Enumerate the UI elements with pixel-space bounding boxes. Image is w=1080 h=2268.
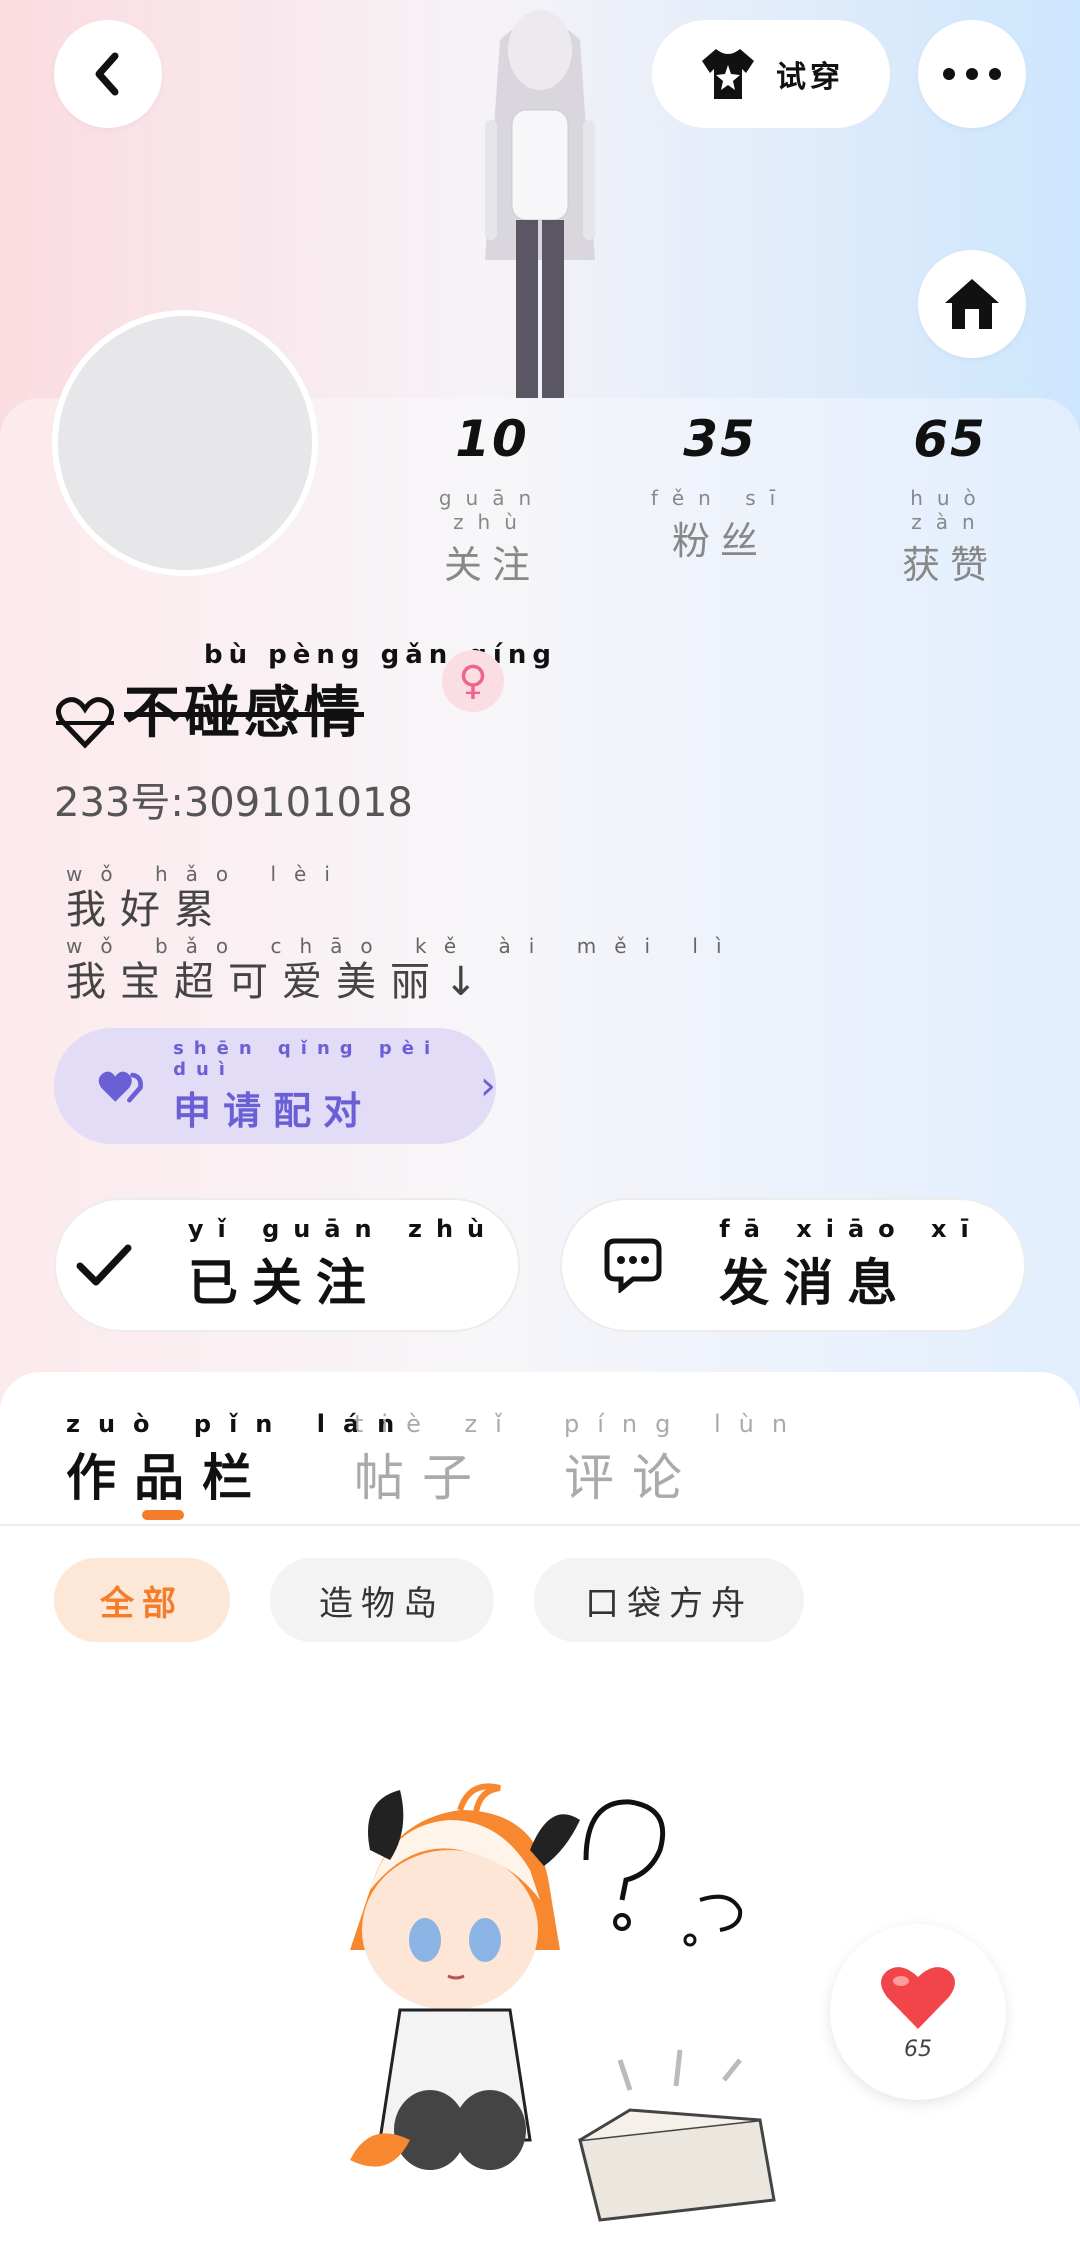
back-button[interactable] xyxy=(54,20,162,128)
empty-state-illustration xyxy=(350,1783,776,2222)
shirt-icon xyxy=(702,49,754,99)
bio[interactable]: wǒ hǎo lèi 我好累 wǒ bǎo chāo kě ài měi lì … xyxy=(66,862,740,1006)
following-pinyin: guān zhù xyxy=(438,486,546,534)
home-icon xyxy=(945,279,999,329)
fans-pinyin: fěn sī xyxy=(650,486,790,510)
like-button[interactable]: 65 xyxy=(830,1924,1006,2100)
chip-all-label: 全部 xyxy=(100,1583,184,1624)
heart-icon xyxy=(881,1966,955,2029)
user-id[interactable]: 233号:309101018 xyxy=(54,770,413,828)
likes-count: 65 xyxy=(913,410,987,468)
stat-following[interactable]: 10 guān zhù 关注 xyxy=(412,410,572,589)
try-on-label: 试穿 xyxy=(776,60,844,95)
username-pinyin: bù pèng gǎn qíng xyxy=(204,640,557,670)
chip-all[interactable]: 全部 xyxy=(54,1558,230,1642)
chat-bubble-icon xyxy=(604,1238,662,1293)
bio-line2-pinyin: wǒ bǎo chāo kě ài měi lì xyxy=(66,934,740,958)
username: 不碰感情 xyxy=(124,681,364,746)
more-icon xyxy=(943,68,1001,80)
tab-comments[interactable]: píng lùn 评论 xyxy=(564,1410,805,1510)
stat-fans[interactable]: 35 fěn sī 粉丝 xyxy=(640,410,800,565)
fans-count: 35 xyxy=(683,410,757,468)
stat-likes[interactable]: 65 huò zàn 获赞 xyxy=(870,410,1030,589)
try-on-button[interactable]: 试穿 xyxy=(652,20,890,128)
female-gender-icon: ♀ xyxy=(442,650,504,712)
back-icon xyxy=(95,52,119,96)
username-row: 不碰感情 xyxy=(56,668,364,749)
pair-label: 申请配对 xyxy=(173,1088,374,1133)
bio-line1: 我好累 xyxy=(66,887,228,933)
tab-comments-label: 评论 xyxy=(564,1449,700,1507)
chip-pocket-ark[interactable]: 口袋方舟 xyxy=(534,1558,804,1642)
apply-pair-button[interactable]: shēn qǐng pèi duì 申请配对 › xyxy=(54,1028,496,1144)
followed-label: 已关注 xyxy=(187,1254,380,1312)
tab-posts-label: 帖子 xyxy=(354,1449,490,1507)
avatar[interactable] xyxy=(52,310,318,576)
following-count: 10 xyxy=(455,410,529,468)
followed-pinyin: yǐ guān zhù xyxy=(187,1215,499,1243)
active-tab-indicator xyxy=(142,1510,184,1520)
send-message-button[interactable]: fā xiāo xī 发消息 xyxy=(560,1198,1026,1332)
followed-button[interactable]: yǐ guān zhù 已关注 xyxy=(54,1198,520,1332)
pair-pinyin: shēn qǐng pèi duì xyxy=(173,1037,441,1080)
likes-label: 获赞 xyxy=(901,543,998,587)
tab-divider xyxy=(0,1524,1080,1526)
chip-pocket-ark-label: 口袋方舟 xyxy=(585,1583,753,1624)
tab-posts[interactable]: tiè zǐ 帖子 xyxy=(354,1410,520,1510)
3d-avatar-character[interactable] xyxy=(430,0,650,400)
home-button[interactable] xyxy=(918,250,1026,358)
following-label: 关注 xyxy=(443,543,540,587)
like-count: 65 xyxy=(904,2036,932,2062)
likes-pinyin: huò zàn xyxy=(910,486,990,534)
chevron-right-icon: › xyxy=(480,1063,496,1109)
checkmark-icon xyxy=(76,1244,132,1286)
chip-creation-island[interactable]: 造物岛 xyxy=(270,1558,494,1642)
fans-label: 粉丝 xyxy=(671,519,768,563)
more-button[interactable] xyxy=(918,20,1026,128)
bio-line2: 我宝超可爱美丽↓ xyxy=(66,959,492,1005)
message-pinyin: fā xiāo xī xyxy=(719,1215,983,1243)
bio-line1-pinyin: wǒ hǎo lèi xyxy=(66,862,348,886)
tab-posts-pinyin: tiè zǐ xyxy=(354,1410,520,1438)
heart-outline-icon xyxy=(56,697,114,749)
message-label: 发消息 xyxy=(719,1254,912,1312)
tab-comments-pinyin: píng lùn xyxy=(564,1410,806,1438)
chip-creation-island-label: 造物岛 xyxy=(319,1583,445,1624)
double-heart-icon xyxy=(98,1071,143,1103)
